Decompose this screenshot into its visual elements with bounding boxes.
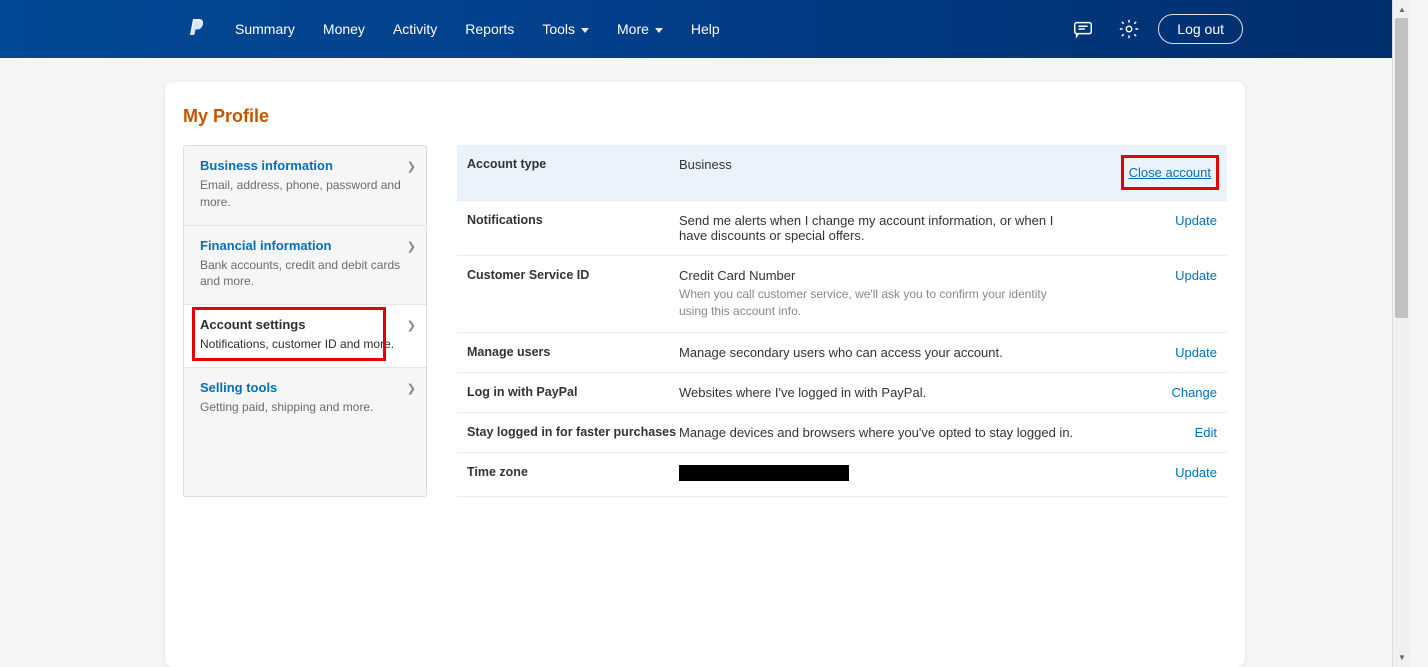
update-link[interactable]: Update — [1175, 465, 1217, 480]
sidebar-item-desc: Notifications, customer ID and more. — [200, 336, 412, 353]
update-link[interactable]: Update — [1175, 213, 1217, 228]
row-account-type: Account type Business Close account — [457, 145, 1227, 201]
nav-tools[interactable]: Tools — [542, 21, 589, 37]
row-body: Websites where I've logged in with PayPa… — [679, 385, 1097, 400]
row-label: Time zone — [467, 465, 679, 479]
row-notifications: Notifications Send me alerts when I chan… — [457, 201, 1227, 256]
row-body: Business — [679, 157, 1097, 172]
chevron-down-icon — [655, 28, 663, 33]
nav-summary[interactable]: Summary — [235, 21, 295, 37]
close-account-link[interactable]: Close account — [1129, 165, 1211, 180]
scroll-down-arrow-icon[interactable]: ▼ — [1393, 649, 1411, 667]
scroll-up-arrow-icon[interactable]: ▲ — [1393, 0, 1411, 18]
sidebar-item-desc: Email, address, phone, password and more… — [200, 177, 412, 211]
nav-more-label: More — [617, 21, 649, 37]
logout-button[interactable]: Log out — [1158, 14, 1243, 44]
settings-panel: Account type Business Close account Noti… — [457, 145, 1227, 497]
chevron-right-icon: ❯ — [407, 240, 416, 253]
redacted-value — [679, 465, 849, 481]
sidebar-item-financial-info[interactable]: Financial information Bank accounts, cre… — [184, 226, 426, 306]
row-label: Log in with PayPal — [467, 385, 679, 399]
sidebar-item-title: Business information — [200, 158, 412, 173]
row-label: Manage users — [467, 345, 679, 359]
row-body: Manage secondary users who can access yo… — [679, 345, 1097, 360]
row-customer-service-id: Customer Service ID Credit Card Number W… — [457, 256, 1227, 333]
page-title: My Profile — [183, 106, 1227, 127]
row-body: Credit Card Number — [679, 268, 1077, 283]
nav-reports[interactable]: Reports — [465, 21, 514, 37]
row-label: Notifications — [467, 213, 679, 227]
row-manage-users: Manage users Manage secondary users who … — [457, 333, 1227, 373]
nav-help[interactable]: Help — [691, 21, 720, 37]
row-time-zone: Time zone Update — [457, 453, 1227, 497]
sidebar-item-desc: Getting paid, shipping and more. — [200, 399, 412, 416]
nav-activity[interactable]: Activity — [393, 21, 437, 37]
change-link[interactable]: Change — [1171, 385, 1217, 400]
top-nav: Summary Money Activity Reports Tools Mor… — [0, 0, 1410, 58]
sidebar-item-desc: Bank accounts, credit and debit cards an… — [200, 257, 412, 291]
scroll-thumb[interactable] — [1395, 18, 1408, 318]
vertical-scrollbar[interactable]: ▲ ▼ — [1392, 0, 1410, 667]
sidebar-item-account-settings[interactable]: Account settings Notifications, customer… — [184, 305, 426, 368]
chevron-down-icon — [581, 28, 589, 33]
sidebar-item-title: Account settings — [200, 317, 412, 332]
gear-icon[interactable] — [1118, 18, 1140, 40]
chevron-right-icon: ❯ — [407, 160, 416, 173]
row-stay-logged-in: Stay logged in for faster purchases Mana… — [457, 413, 1227, 453]
nav-tools-label: Tools — [542, 21, 575, 37]
profile-card: My Profile Business information Email, a… — [165, 82, 1245, 667]
nav-money[interactable]: Money — [323, 21, 365, 37]
paypal-logo[interactable] — [187, 18, 205, 40]
row-body: Manage devices and browsers where you've… — [679, 425, 1097, 440]
update-link[interactable]: Update — [1175, 345, 1217, 360]
sidebar-item-selling-tools[interactable]: Selling tools Getting paid, shipping and… — [184, 368, 426, 430]
row-login-with-paypal: Log in with PayPal Websites where I've l… — [457, 373, 1227, 413]
chevron-right-icon: ❯ — [407, 319, 416, 332]
row-label: Customer Service ID — [467, 268, 679, 282]
sidebar-item-title: Financial information — [200, 238, 412, 253]
profile-sidebar: Business information Email, address, pho… — [183, 145, 427, 497]
sidebar-item-title: Selling tools — [200, 380, 412, 395]
chevron-right-icon: ❯ — [407, 382, 416, 395]
edit-link[interactable]: Edit — [1195, 425, 1217, 440]
messages-icon[interactable] — [1072, 18, 1094, 40]
row-label: Stay logged in for faster purchases — [467, 425, 679, 439]
sidebar-item-business-info[interactable]: Business information Email, address, pho… — [184, 146, 426, 226]
row-label: Account type — [467, 157, 679, 171]
nav-more[interactable]: More — [617, 21, 663, 37]
update-link[interactable]: Update — [1175, 268, 1217, 283]
row-body: Send me alerts when I change my account … — [679, 213, 1097, 243]
row-subtext: When you call customer service, we'll as… — [679, 286, 1077, 320]
